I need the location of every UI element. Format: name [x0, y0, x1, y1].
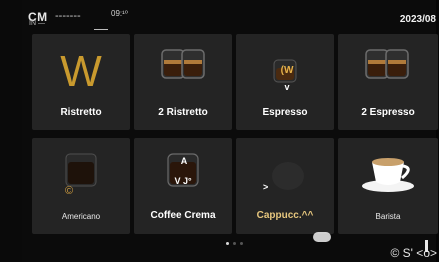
americano-overlay: ©: [65, 185, 73, 197]
double-espresso-glass-icon: [365, 49, 409, 79]
cappuccino-icon: >: [263, 162, 304, 192]
bottom-glare: [313, 232, 331, 242]
americano-glass-icon: ©: [65, 153, 97, 197]
w-logo-icon: W: [60, 47, 102, 96]
status-time: 09:¹⁰: [111, 9, 128, 18]
status-date: 2023/08: [399, 14, 436, 25]
drink-tile-americano[interactable]: © Americano: [32, 138, 130, 234]
scroll-marker: [425, 240, 428, 252]
status-underline: [94, 29, 108, 30]
crema-overlay-top: A: [181, 156, 188, 166]
svg-text:W: W: [60, 47, 102, 96]
drink-label: Ristretto: [60, 107, 102, 118]
drink-tile-2-espresso[interactable]: 2 Espresso: [338, 34, 438, 130]
espresso-overlay-top: (W: [281, 65, 294, 76]
drink-tile-ristretto[interactable]: W Ristretto: [32, 34, 130, 130]
page-indicator: [226, 241, 243, 245]
page-dot[interactable]: [233, 241, 236, 245]
drink-label: 2 Ristretto: [158, 107, 208, 118]
double-espresso-glass-icon: [161, 49, 205, 79]
status-bar: CM ------- 09:¹⁰ IN — 2023/08: [22, 0, 436, 30]
drink-label: 2 Espresso: [361, 107, 415, 118]
status-sub-text: IN —: [29, 20, 45, 27]
drink-label: Espresso: [262, 107, 308, 118]
drink-tile-espresso[interactable]: (W v Espresso: [236, 34, 334, 130]
crema-glass-icon: A V J°: [167, 153, 199, 187]
footer-text: © S' <o>: [390, 246, 438, 260]
drink-tile-2-ristretto[interactable]: 2 Ristretto: [134, 34, 232, 130]
screen-bezel-left: [0, 0, 22, 262]
drink-label: Cappucc.^^: [256, 210, 314, 221]
drink-label: Coffee Crema: [150, 210, 216, 221]
cappuccino-overlay: >: [263, 182, 268, 192]
crema-overlay-bottom: V J°: [174, 176, 192, 186]
espresso-glass-icon: (W v: [273, 59, 297, 92]
drink-label: Barista: [375, 212, 401, 221]
drink-label: Americano: [61, 212, 101, 221]
drink-tile-barista[interactable]: Barista: [338, 138, 438, 234]
status-dashes: -------: [55, 10, 81, 22]
white-cup-icon: [362, 158, 414, 192]
page-dot[interactable]: [226, 241, 229, 245]
page-dot[interactable]: [240, 241, 243, 245]
drink-tile-cappuccino[interactable]: > Cappucc.^^: [236, 138, 334, 234]
drink-tile-coffee-crema[interactable]: A V J° Coffee Crema: [134, 138, 232, 234]
espresso-overlay-bottom: v: [284, 82, 289, 92]
